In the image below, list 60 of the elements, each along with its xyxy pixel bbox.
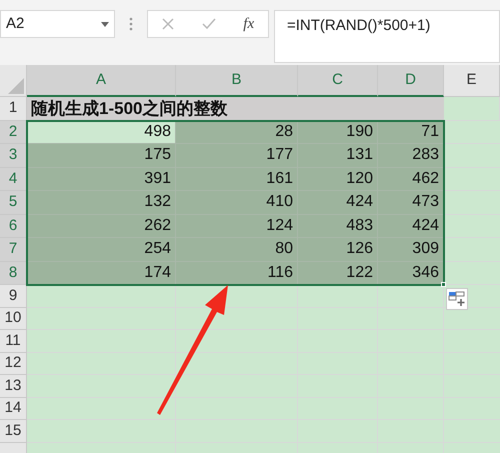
- column-header[interactable]: E: [444, 65, 500, 97]
- row-header[interactable]: 5: [0, 191, 27, 214]
- table-cell: 175: [27, 144, 176, 168]
- table-cell: 28: [176, 120, 298, 144]
- row-header[interactable]: 14: [0, 398, 27, 420]
- table-cell: 161: [176, 168, 298, 191]
- row-header[interactable]: 6: [0, 214, 27, 238]
- row-header[interactable]: 12: [0, 352, 27, 375]
- table-cell: 132: [27, 191, 176, 214]
- table-cell: 124: [176, 214, 298, 238]
- check-icon[interactable]: [202, 18, 216, 30]
- table-cell: 122: [298, 262, 378, 285]
- table-cell: 283: [378, 144, 444, 168]
- table-cell: 462: [378, 168, 444, 191]
- table-cell: 120: [298, 168, 378, 191]
- select-all-corner[interactable]: [0, 65, 27, 97]
- table-cell: 254: [27, 238, 176, 262]
- row-header[interactable]: 3: [0, 144, 27, 168]
- table-cell: 262: [27, 214, 176, 238]
- table-cell: 424: [378, 214, 444, 238]
- column-header[interactable]: D: [378, 65, 444, 97]
- table-cell: 498: [27, 120, 176, 144]
- row-header[interactable]: 8: [0, 262, 27, 285]
- corner-triangle-icon: [8, 78, 24, 94]
- table-cell: 391: [27, 168, 176, 191]
- table-cell: 424: [298, 191, 378, 214]
- formula-field[interactable]: =INT(RAND()*500+1): [274, 10, 500, 63]
- row-header[interactable]: 10: [0, 308, 27, 330]
- table-cell: 71: [378, 120, 444, 144]
- title-cell: 随机生成1-500之间的整数: [27, 97, 444, 120]
- table-cell: 410: [176, 191, 298, 214]
- row-header[interactable]: 2: [0, 120, 27, 144]
- table-cell: 177: [176, 144, 298, 168]
- dropdown-icon: [101, 22, 109, 26]
- table-cell: 174: [27, 262, 176, 285]
- cancel-icon[interactable]: [162, 18, 174, 30]
- insert-function-button[interactable]: fx: [243, 12, 254, 36]
- row-header[interactable]: 11: [0, 330, 27, 352]
- table-cell: 190: [298, 120, 378, 144]
- row-header[interactable]: 1: [0, 97, 27, 120]
- table-cell: 309: [378, 238, 444, 262]
- table-cell: 80: [176, 238, 298, 262]
- row-header[interactable]: 4: [0, 168, 27, 191]
- table-cell: 116: [176, 262, 298, 285]
- quick-analysis-icon[interactable]: [446, 288, 468, 310]
- table-cell: 126: [298, 238, 378, 262]
- column-header[interactable]: C: [298, 65, 378, 97]
- name-box[interactable]: A2: [0, 10, 115, 38]
- table-cell: 473: [378, 191, 444, 214]
- row-header[interactable]: 15: [0, 420, 27, 442]
- row-header[interactable]: 13: [0, 375, 27, 398]
- table-cell: 483: [298, 214, 378, 238]
- column-header[interactable]: B: [176, 65, 298, 97]
- table-cell: 346: [378, 262, 444, 285]
- drag-handle-icon[interactable]: [129, 17, 133, 31]
- fill-handle[interactable]: [441, 282, 446, 287]
- table-cell: 131: [298, 144, 378, 168]
- row-header[interactable]: 7: [0, 238, 27, 262]
- row-header[interactable]: 9: [0, 285, 27, 308]
- column-header[interactable]: A: [27, 65, 176, 97]
